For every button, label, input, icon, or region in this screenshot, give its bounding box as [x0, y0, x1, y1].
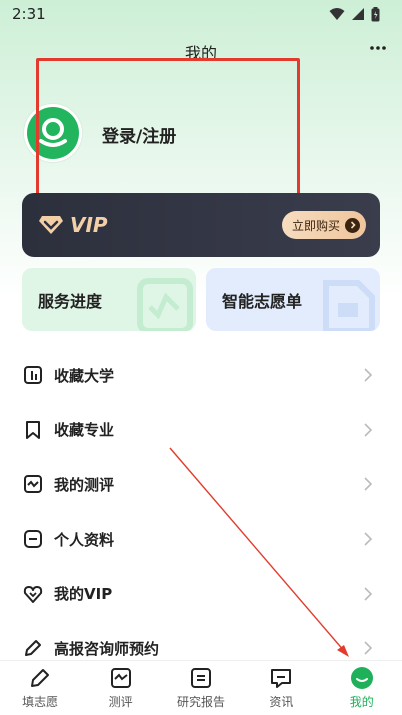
chevron-right-icon: [364, 641, 373, 655]
menu-item-my-assessments[interactable]: 我的测评: [0, 457, 402, 512]
chevron-right-icon: [364, 368, 373, 382]
document-icon: [323, 280, 375, 331]
buy-now-label: 立即购买: [291, 218, 340, 233]
menu-item-label: 我的测评: [54, 475, 115, 494]
building-icon: [22, 364, 44, 386]
buy-now-button[interactable]: 立即购买: [281, 211, 366, 239]
menu-item-favorite-universities[interactable]: 收藏大学: [0, 348, 402, 403]
more-options-button[interactable]: [368, 38, 388, 58]
menu-item-label: 个人资料: [54, 530, 115, 549]
tab-label: 资讯: [269, 695, 294, 709]
arrow-right-icon: [345, 217, 360, 233]
bookmark-icon: [22, 419, 44, 441]
menu-item-favorite-majors[interactable]: 收藏专业: [0, 403, 402, 458]
vip-heart-icon: [22, 583, 44, 605]
smart-wish-list-card[interactable]: 智能志愿单: [206, 268, 380, 331]
report-icon: [189, 666, 213, 690]
pencil-icon: [28, 666, 52, 690]
tab-label: 填志愿: [22, 695, 59, 709]
menu-item-my-vip[interactable]: 我的VIP: [0, 566, 402, 621]
signal-icon: [352, 8, 364, 20]
smart-wish-list-label: 智能志愿单: [222, 291, 303, 311]
bottom-tab-bar: 填志愿 测评 研究报告 资讯 我的: [0, 660, 402, 715]
message-icon: [269, 666, 293, 690]
chevron-right-icon: [364, 532, 373, 546]
battery-icon: [371, 6, 380, 21]
chart-icon: [109, 666, 133, 690]
chevron-right-icon: [364, 477, 373, 492]
menu-item-personal-info[interactable]: 个人资料: [0, 512, 402, 567]
avatar[interactable]: [24, 104, 82, 162]
menu-item-label: 收藏专业: [54, 421, 115, 440]
tab-label: 我的: [349, 695, 374, 709]
chevron-right-icon: [364, 587, 373, 601]
chart-icon: [22, 473, 44, 495]
tab-label: 测评: [108, 695, 133, 709]
vip-label: VIP: [70, 213, 108, 237]
chevron-right-icon: [364, 423, 373, 437]
tab-label: 研究报告: [176, 695, 225, 709]
vip-diamond-icon: [39, 216, 63, 234]
tab-research-report[interactable]: 研究报告: [161, 666, 241, 710]
status-time: 2:31: [12, 5, 46, 23]
more-icon: [370, 46, 386, 50]
tab-assessment[interactable]: 测评: [81, 666, 161, 710]
status-bar: 2:31: [0, 0, 402, 28]
login-register-link[interactable]: 登录/注册: [102, 122, 176, 147]
menu-item-label: 我的VIP: [54, 585, 113, 604]
menu-list: 收藏大学 收藏专业 我的测评 个人资料 我的VIP 高报咨询师预约: [0, 348, 402, 676]
service-progress-card[interactable]: 服务进度: [22, 268, 196, 331]
minus-box-icon: [22, 528, 44, 550]
page-title: 我的: [184, 44, 217, 63]
pencil-icon: [22, 637, 44, 659]
tab-fill-application[interactable]: 填志愿: [0, 666, 80, 710]
progress-chart-icon: [137, 278, 193, 331]
tab-news[interactable]: 资讯: [241, 666, 321, 710]
service-progress-label: 服务进度: [38, 291, 103, 311]
menu-item-label: 收藏大学: [54, 366, 115, 385]
status-icons: [329, 6, 380, 22]
user-logo-icon: [27, 107, 79, 159]
wifi-icon: [329, 8, 345, 20]
smile-icon: [350, 666, 374, 690]
vip-card[interactable]: VIP 立即购买: [22, 193, 380, 257]
tab-mine[interactable]: 我的: [322, 666, 402, 710]
menu-item-label: 高报咨询师预约: [54, 639, 160, 658]
